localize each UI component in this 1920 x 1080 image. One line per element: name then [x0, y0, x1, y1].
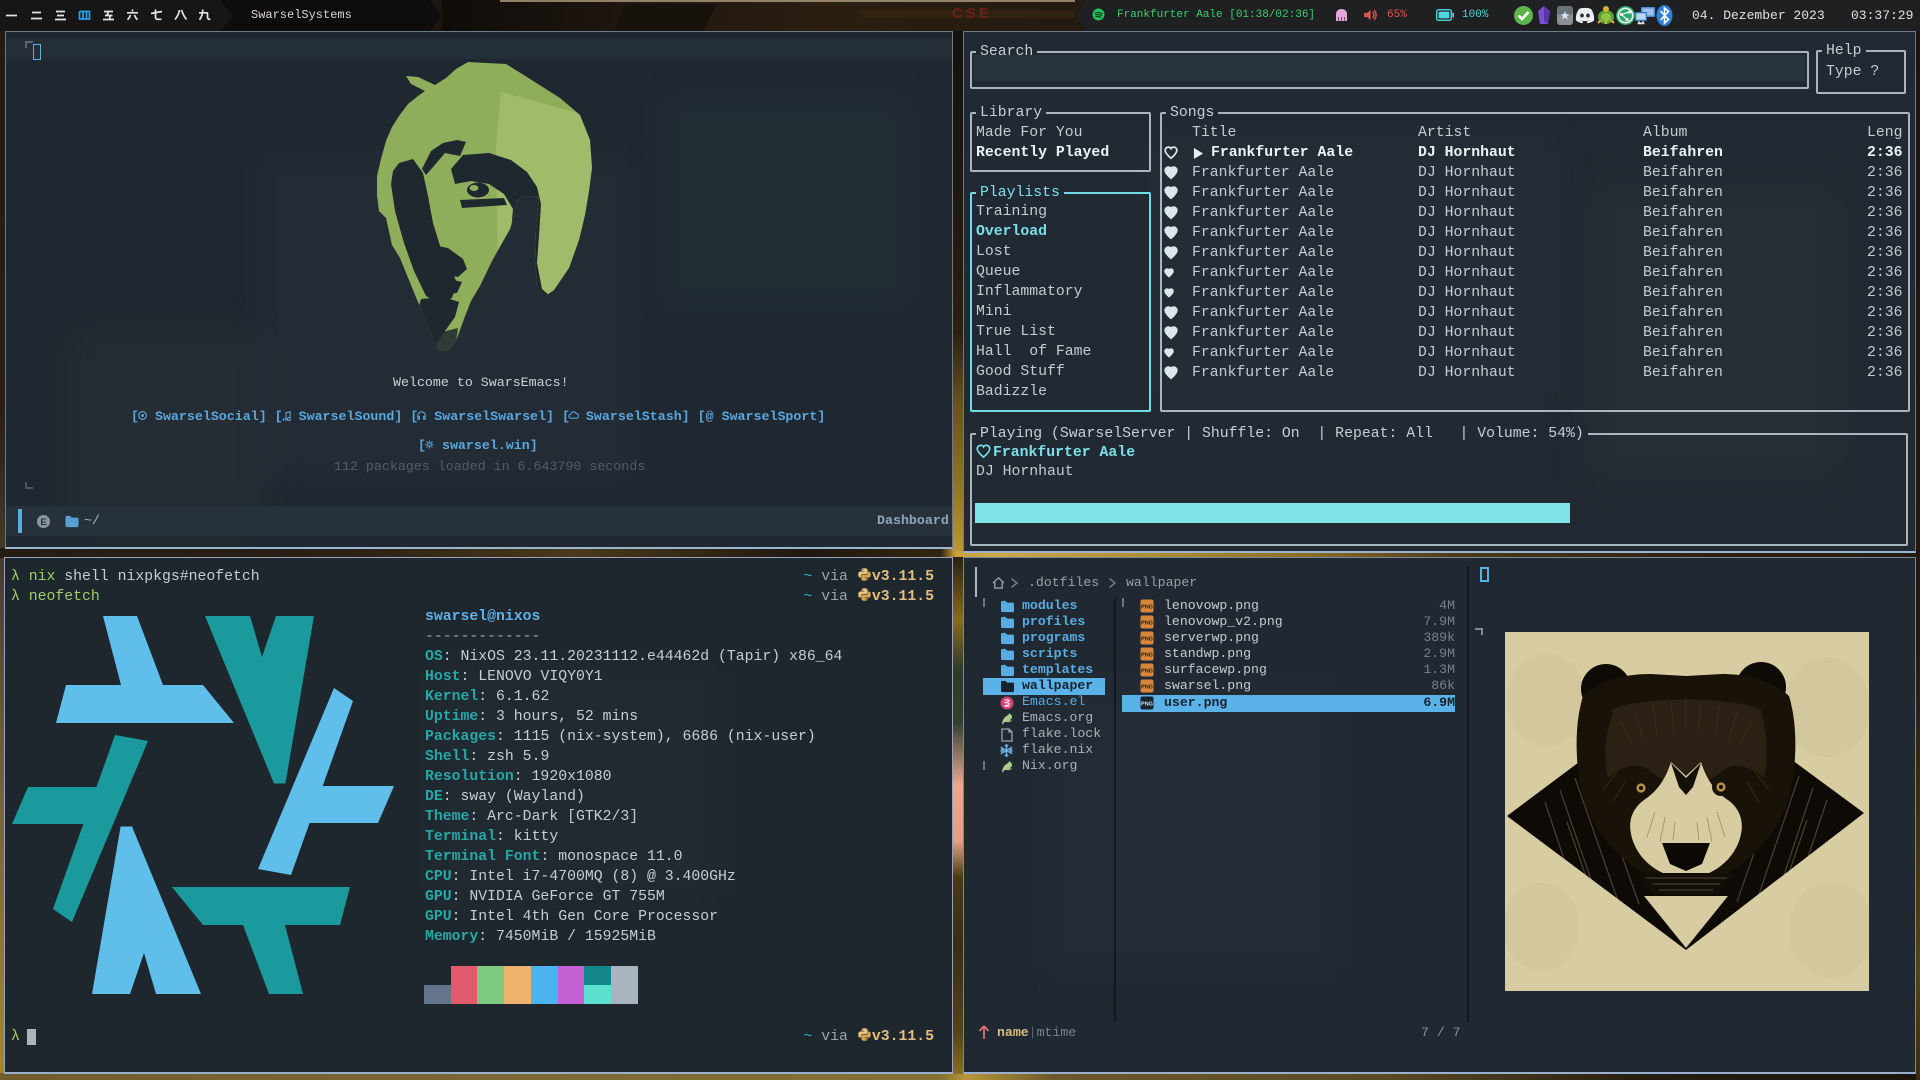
- svg-text:PNG: PNG: [1141, 669, 1153, 675]
- svg-text:PNG: PNG: [1141, 685, 1153, 691]
- svg-text:E: E: [40, 517, 46, 527]
- svg-text:PNG: PNG: [1141, 637, 1153, 643]
- svg-text:PNG: PNG: [1141, 605, 1153, 611]
- svg-text:PNG: PNG: [1141, 653, 1153, 659]
- svg-text:PNG: PNG: [1141, 621, 1153, 627]
- svg-text:PNG: PNG: [1141, 702, 1153, 708]
